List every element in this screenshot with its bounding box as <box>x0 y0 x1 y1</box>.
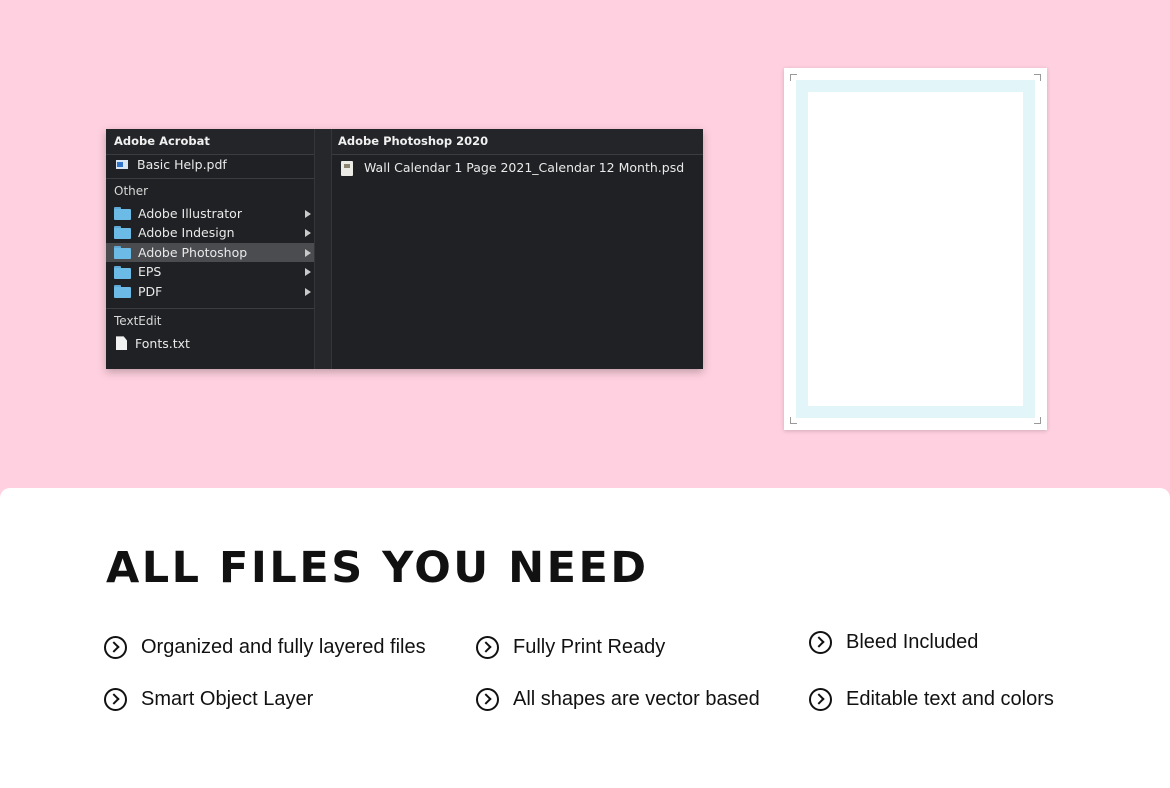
file-item-basic-help[interactable]: Basic Help.pdf <box>106 155 314 175</box>
chevron-circle-icon <box>809 631 832 654</box>
folder-item-label: Adobe Photoshop <box>138 244 248 260</box>
folder-icon <box>114 226 131 240</box>
file-browser-menu: Adobe Acrobat Basic Help.pdf Other Adobe… <box>106 129 703 369</box>
submenu-arrow-icon <box>305 268 311 277</box>
section-header-photoshop-2020: Adobe Photoshop 2020 <box>332 129 703 155</box>
folder-item-pdf[interactable]: PDF <box>106 282 314 302</box>
feature-item: All shapes are vector based <box>476 688 760 711</box>
file-item-wall-calendar-psd[interactable]: Wall Calendar 1 Page 2021_Calendar 12 Mo… <box>332 155 703 181</box>
feature-label: Fully Print Ready <box>513 636 666 658</box>
right-column: Adobe Photoshop 2020 Wall Calendar 1 Pag… <box>332 129 703 369</box>
folder-item-adobe-indesign[interactable]: Adobe Indesign <box>106 223 314 243</box>
feature-label: Organized and fully layered files <box>141 636 426 658</box>
feature-item: Editable text and colors <box>809 688 1054 711</box>
headline: ALL FILES YOU NEED <box>106 543 649 593</box>
feature-item: Fully Print Ready <box>476 636 665 659</box>
folder-item-adobe-illustrator[interactable]: Adobe Illustrator <box>106 204 314 224</box>
folder-item-eps[interactable]: EPS <box>106 262 314 282</box>
left-column: Adobe Acrobat Basic Help.pdf Other Adobe… <box>106 129 315 369</box>
folder-icon <box>114 246 131 260</box>
feature-label: Editable text and colors <box>846 688 1054 710</box>
crop-mark-icon <box>1034 417 1041 424</box>
chevron-circle-icon <box>809 688 832 711</box>
features-card: ALL FILES YOU NEED Organized and fully l… <box>0 488 1170 788</box>
psd-file-icon <box>341 160 353 176</box>
crop-mark-icon <box>790 74 797 81</box>
chevron-circle-icon <box>476 636 499 659</box>
section-header-other: Other <box>114 183 149 198</box>
folder-icon <box>114 206 131 220</box>
section-header-textedit: TextEdit <box>114 313 162 328</box>
folder-item-label: EPS <box>138 264 162 280</box>
folder-item-label: PDF <box>138 283 163 299</box>
crop-mark-icon <box>790 417 797 424</box>
folder-icon <box>114 265 131 279</box>
feature-label: Smart Object Layer <box>141 688 314 710</box>
chevron-circle-icon <box>476 688 499 711</box>
crop-mark-icon <box>1034 74 1041 81</box>
section-header-acrobat: Adobe Acrobat <box>106 129 314 155</box>
file-item-label: Basic Help.pdf <box>137 157 227 172</box>
chevron-circle-icon <box>104 636 127 659</box>
submenu-arrow-icon <box>305 229 311 238</box>
file-item-label: Fonts.txt <box>135 335 190 351</box>
folder-item-adobe-photoshop[interactable]: Adobe Photoshop <box>106 242 314 263</box>
feature-item: Organized and fully layered files <box>104 636 426 659</box>
page-bleed-preview <box>784 68 1047 430</box>
submenu-arrow-icon <box>305 287 311 296</box>
text-file-icon <box>116 336 127 351</box>
feature-label: All shapes are vector based <box>513 688 760 710</box>
folder-item-label: Adobe Indesign <box>138 225 235 241</box>
column-gutter <box>315 129 332 369</box>
feature-item: Smart Object Layer <box>104 688 313 711</box>
file-item-fonts-txt[interactable]: Fonts.txt <box>106 334 314 354</box>
folder-icon <box>114 285 131 299</box>
feature-label: Bleed Included <box>846 631 979 653</box>
pdf-file-icon <box>114 159 130 170</box>
submenu-arrow-icon <box>305 248 311 257</box>
bleed-area <box>796 80 1035 418</box>
submenu-arrow-icon <box>305 209 311 218</box>
safe-area <box>808 92 1023 406</box>
feature-item: Bleed Included <box>809 631 978 654</box>
file-item-label: Wall Calendar 1 Page 2021_Calendar 12 Mo… <box>364 160 685 176</box>
folder-item-label: Adobe Illustrator <box>138 205 242 221</box>
chevron-circle-icon <box>104 688 127 711</box>
